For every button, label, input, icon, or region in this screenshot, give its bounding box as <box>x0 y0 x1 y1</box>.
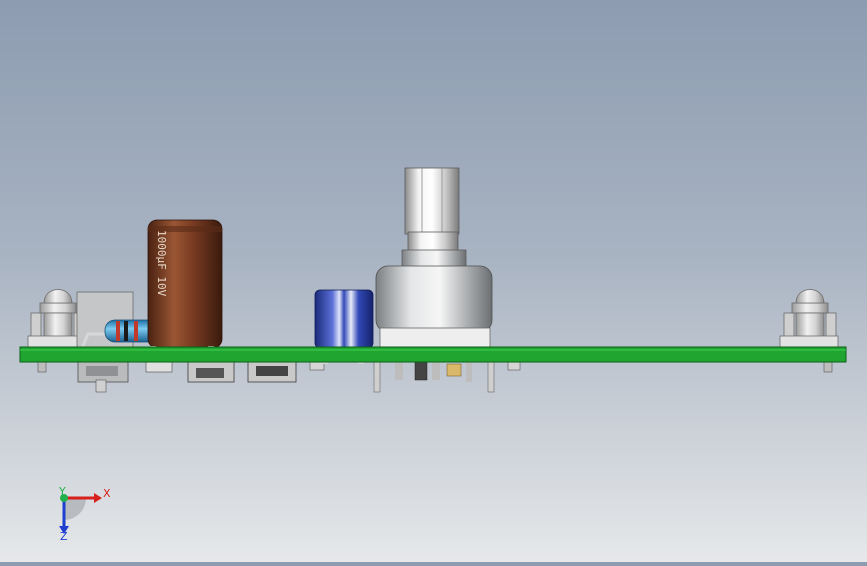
coordinate-triad <box>59 493 102 534</box>
smd-components-left[interactable] <box>145 361 325 383</box>
capacitor-marking: 1000μF 10V <box>155 230 168 297</box>
triad-y-label: Y <box>59 485 66 498</box>
model-viewport[interactable]: 1000μF 10V X Y Z <box>0 0 867 562</box>
triad-x-label: X <box>103 487 111 500</box>
triad-z-label: Z <box>60 530 68 543</box>
electrolytic-capacitor-1000uf[interactable]: 1000μF 10V <box>147 219 223 368</box>
pcb-board[interactable] <box>19 346 847 363</box>
pcb-assembly-view[interactable]: 1000μF 10V <box>0 0 867 562</box>
